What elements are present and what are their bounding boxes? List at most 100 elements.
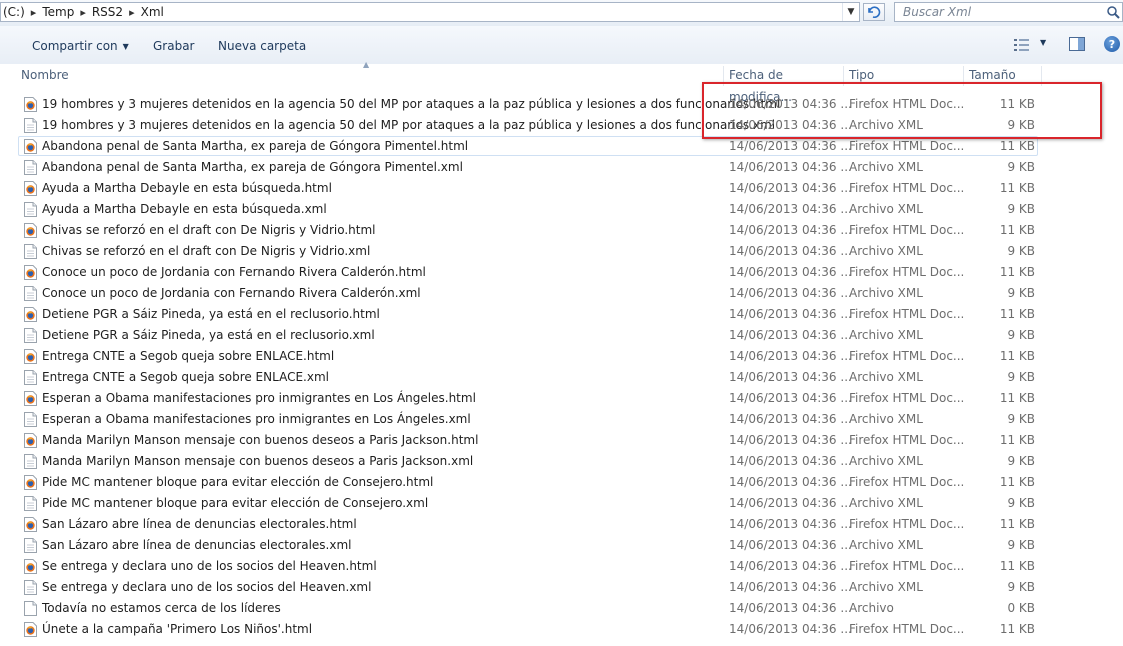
share-with-label: Compartir con <box>32 39 118 53</box>
file-type: Firefox HTML Doc... <box>849 559 965 573</box>
burn-button[interactable]: Grabar <box>153 39 195 53</box>
file-row[interactable]: Entrega CNTE a Segob queja sobre ENLACE.… <box>0 346 1123 367</box>
file-row[interactable]: Manda Marilyn Manson mensaje con buenos … <box>0 430 1123 451</box>
file-size: 11 KB <box>999 265 1035 279</box>
file-row[interactable]: Abandona penal de Santa Martha, ex parej… <box>0 157 1123 178</box>
file-row[interactable]: Conoce un poco de Jordania con Fernando … <box>0 283 1123 304</box>
file-date: 14/06/2013 04:36 ... <box>729 223 852 237</box>
file-name: Detiene PGR a Sáiz Pineda, ya está en el… <box>42 328 375 342</box>
file-name: Chivas se reforzó en el draft con De Nig… <box>42 244 371 258</box>
share-with-button[interactable]: Compartir con ▼ <box>32 39 129 53</box>
address-bar[interactable]: (C:) ▸ Temp ▸ RSS2 ▸ Xml ▼ <box>0 2 860 22</box>
file-row[interactable]: Pide MC mantener bloque para evitar elec… <box>0 472 1123 493</box>
firefox-html-icon <box>24 622 37 637</box>
file-date: 14/06/2013 04:36 ... <box>729 580 852 594</box>
preview-pane-icon[interactable] <box>1069 37 1085 51</box>
file-type: Archivo XML <box>849 580 923 594</box>
firefox-html-icon <box>24 517 37 532</box>
file-type: Firefox HTML Doc... <box>849 622 965 636</box>
file-row[interactable]: Esperan a Obama manifestaciones pro inmi… <box>0 388 1123 409</box>
file-row[interactable]: Manda Marilyn Manson mensaje con buenos … <box>0 451 1123 472</box>
column-header-name[interactable]: Nombre <box>17 64 723 86</box>
file-size: 11 KB <box>999 517 1035 531</box>
breadcrumb-rss2[interactable]: RSS2 <box>92 5 123 19</box>
file-date: 14/06/2013 04:36 ... <box>729 622 852 636</box>
file-name: Todavía no estamos cerca de los líderes <box>42 601 281 615</box>
xml-file-icon <box>24 202 37 217</box>
breadcrumb-separator-icon[interactable]: ▸ <box>31 6 37 19</box>
search-icon[interactable] <box>1106 5 1120 19</box>
file-type: Firefox HTML Doc... <box>849 139 965 153</box>
file-name: Ayuda a Martha Debayle en esta búsqueda.… <box>42 202 327 216</box>
file-row[interactable]: Conoce un poco de Jordania con Fernando … <box>0 262 1123 283</box>
file-size: 11 KB <box>999 349 1035 363</box>
file-type: Firefox HTML Doc... <box>849 181 965 195</box>
view-options-icon[interactable] <box>1014 39 1030 51</box>
file-name: Conoce un poco de Jordania con Fernando … <box>42 286 421 300</box>
xml-file-icon <box>24 538 37 553</box>
firefox-html-icon <box>24 139 37 154</box>
file-name: Se entrega y declara uno de los socios d… <box>42 580 372 594</box>
file-row[interactable]: Ayuda a Martha Debayle en esta búsqueda.… <box>0 199 1123 220</box>
file-type: Archivo XML <box>849 328 923 342</box>
xml-file-icon <box>24 286 37 301</box>
file-row[interactable]: Abandona penal de Santa Martha, ex parej… <box>0 136 1123 157</box>
file-size: 9 KB <box>1007 328 1035 342</box>
file-date: 14/06/2013 04:36 ... <box>729 370 852 384</box>
file-type: Firefox HTML Doc... <box>849 307 965 321</box>
file-type: Archivo XML <box>849 412 923 426</box>
view-options-dropdown-icon[interactable]: ▼ <box>1040 38 1046 47</box>
breadcrumb-separator-icon[interactable]: ▸ <box>129 6 135 19</box>
breadcrumb-temp[interactable]: Temp <box>42 5 74 19</box>
file-size: 0 KB <box>1007 601 1035 615</box>
file-row[interactable]: Chivas se reforzó en el draft con De Nig… <box>0 241 1123 262</box>
file-name: Únete a la campaña 'Primero Los Niños'.h… <box>42 622 313 636</box>
file-type: Firefox HTML Doc... <box>849 223 965 237</box>
file-row[interactable]: Se entrega y declara uno de los socios d… <box>0 577 1123 598</box>
file-date: 14/06/2013 04:36 ... <box>729 244 852 258</box>
file-name: Abandona penal de Santa Martha, ex parej… <box>42 160 463 174</box>
xml-file-icon <box>24 328 37 343</box>
file-date: 14/06/2013 04:36 ... <box>729 454 852 468</box>
file-row[interactable]: Todavía no estamos cerca de los líderes 1… <box>0 598 1123 619</box>
file-date: 14/06/2013 04:36 ... <box>729 328 852 342</box>
address-history-dropdown[interactable]: ▼ <box>842 3 859 21</box>
breadcrumb-separator-icon[interactable]: ▸ <box>80 6 86 19</box>
file-row[interactable]: Entrega CNTE a Segob queja sobre ENLACE.… <box>0 367 1123 388</box>
breadcrumb-xml[interactable]: Xml <box>141 5 164 19</box>
file-date: 14/06/2013 04:36 ... <box>729 181 852 195</box>
blank-file-icon <box>24 601 37 616</box>
file-row[interactable]: Detiene PGR a Sáiz Pineda, ya está en el… <box>0 325 1123 346</box>
new-folder-button[interactable]: Nueva carpeta <box>218 39 306 53</box>
file-type: Archivo XML <box>849 496 923 510</box>
file-date: 14/06/2013 04:36 ... <box>729 517 852 531</box>
file-date: 14/06/2013 04:36 ... <box>729 349 852 363</box>
file-name: San Lázaro abre línea de denuncias elect… <box>42 538 352 552</box>
file-row[interactable]: San Lázaro abre línea de denuncias elect… <box>0 514 1123 535</box>
file-size: 11 KB <box>999 622 1035 636</box>
breadcrumb-drive[interactable]: (C:) <box>3 5 25 19</box>
file-size: 9 KB <box>1007 160 1035 174</box>
file-row[interactable]: Únete a la campaña 'Primero Los Niños'.h… <box>0 619 1123 640</box>
file-row[interactable]: Ayuda a Martha Debayle en esta búsqueda.… <box>0 178 1123 199</box>
file-list[interactable]: 19 hombres y 3 mujeres detenidos en la a… <box>0 92 1123 646</box>
file-size: 9 KB <box>1007 202 1035 216</box>
file-row[interactable]: Chivas se reforzó en el draft con De Nig… <box>0 220 1123 241</box>
file-row[interactable]: Se entrega y declara uno de los socios d… <box>0 556 1123 577</box>
file-row[interactable]: Pide MC mantener bloque para evitar elec… <box>0 493 1123 514</box>
file-type: Archivo XML <box>849 244 923 258</box>
file-name: Ayuda a Martha Debayle en esta búsqueda.… <box>42 181 332 195</box>
file-row[interactable]: Esperan a Obama manifestaciones pro inmi… <box>0 409 1123 430</box>
file-name: 19 hombres y 3 mujeres detenidos en la a… <box>42 118 776 132</box>
file-size: 9 KB <box>1007 538 1035 552</box>
firefox-html-icon <box>24 475 37 490</box>
search-input[interactable]: Buscar Xml <box>894 2 1123 22</box>
file-name: Manda Marilyn Manson mensaje con buenos … <box>42 454 474 468</box>
help-icon[interactable]: ? <box>1104 36 1120 52</box>
file-name: Chivas se reforzó en el draft con De Nig… <box>42 223 376 237</box>
refresh-button[interactable] <box>863 3 885 21</box>
file-row[interactable]: Detiene PGR a Sáiz Pineda, ya está en el… <box>0 304 1123 325</box>
file-size: 11 KB <box>999 307 1035 321</box>
file-row[interactable]: San Lázaro abre línea de denuncias elect… <box>0 535 1123 556</box>
file-type: Archivo XML <box>849 160 923 174</box>
